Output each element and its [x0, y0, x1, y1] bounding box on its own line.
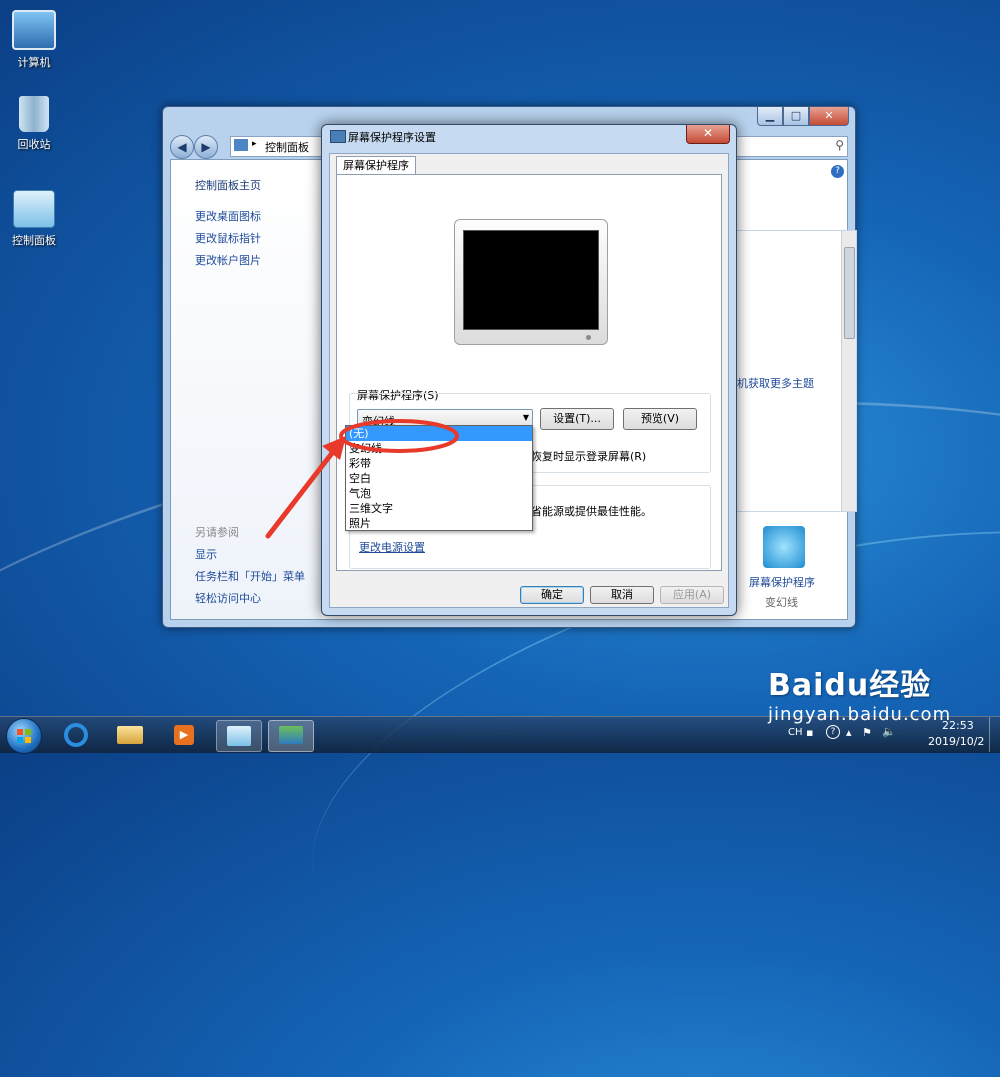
media-player-icon: ▶	[174, 725, 194, 745]
help-tray-icon[interactable]: ?	[826, 725, 840, 739]
taskbar-explorer[interactable]	[108, 720, 152, 750]
taskbar-screensaver-dialog[interactable]	[268, 720, 314, 752]
annotation-overlay	[265, 419, 459, 539]
taskbar-control-panel[interactable]	[216, 720, 262, 752]
chevron-up-icon[interactable]: ▴	[846, 726, 852, 739]
annotation-arrow-shaft	[265, 445, 339, 539]
baidu-watermark-url: jingyan.baidu.com	[768, 704, 952, 725]
windows-logo-icon	[17, 729, 31, 743]
volume-icon[interactable]: 🔈	[882, 725, 896, 738]
start-button[interactable]	[6, 718, 42, 754]
language-indicator[interactable]: CH	[788, 727, 803, 738]
clock-date[interactable]: 2019/10/2	[928, 735, 984, 748]
annotation-ellipse	[339, 419, 459, 453]
control-panel-icon	[227, 726, 251, 746]
taskbar-internet-explorer[interactable]	[54, 720, 98, 750]
annotation-arrow-head	[322, 436, 346, 460]
flag-icon[interactable]: ⚑	[862, 726, 872, 739]
folder-icon	[117, 726, 143, 744]
display-icon	[279, 726, 303, 744]
taskbar-media-player[interactable]: ▶	[162, 720, 206, 750]
baidu-watermark-logo: Baidu经验	[768, 668, 932, 703]
show-desktop-button[interactable]	[989, 717, 1000, 752]
ie-icon	[64, 723, 88, 747]
keyboard-icon[interactable]: ▪	[806, 726, 813, 739]
